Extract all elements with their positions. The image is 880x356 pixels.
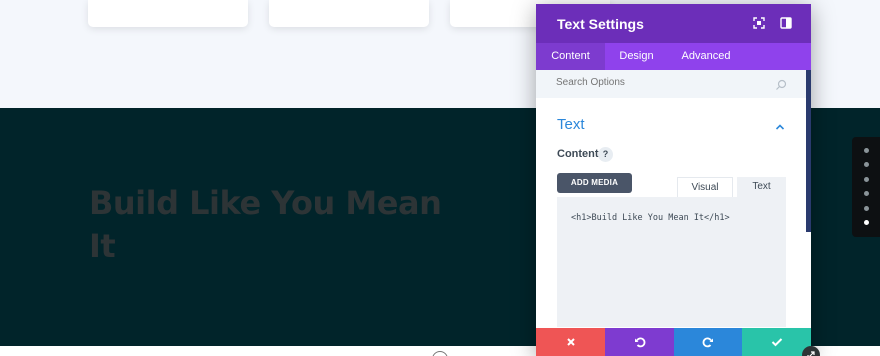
content-editor[interactable]: <h1>Build Like You Mean It</h1> [557,197,786,327]
panel-title: Text Settings [557,16,644,32]
screenshot-icon[interactable] [752,16,766,30]
panel-scrollbar[interactable] [806,70,811,232]
help-icon[interactable]: ? [598,147,613,162]
nav-dot-active[interactable] [864,220,869,225]
dot-navigation [852,137,880,237]
resize-handle[interactable] [802,346,820,356]
sidebar-toggle-icon[interactable] [779,16,793,30]
check-icon [771,338,782,347]
tab-advanced[interactable]: Advanced [668,43,744,70]
tab-content[interactable]: Content [536,43,605,70]
redo-button[interactable] [674,328,742,356]
search-options-bar [536,70,806,98]
panel-header[interactable]: Text Settings [536,4,811,43]
nav-dot[interactable] [864,191,869,196]
undo-icon [634,337,645,348]
content-card [88,0,248,27]
chevron-up-icon[interactable] [775,118,785,130]
search-icon[interactable] [775,78,787,90]
add-media-button[interactable]: ADD MEDIA [557,173,632,193]
cancel-button[interactable] [536,328,605,356]
section-title-text[interactable]: Text [557,116,585,133]
undo-button[interactable] [605,328,674,356]
editor-tab-visual[interactable]: Visual [677,177,733,197]
panel-tabs: Content Design Advanced [536,43,811,70]
content-card [269,0,429,27]
content-field-label: Content [557,148,599,160]
nav-dot[interactable] [864,162,869,167]
tab-design[interactable]: Design [605,43,668,70]
nav-dot[interactable] [864,148,869,153]
nav-dot[interactable] [864,177,869,182]
resize-icon [807,351,815,356]
nav-dot[interactable] [864,206,869,211]
editor-content-value[interactable]: <h1>Build Like You Mean It</h1> [571,213,730,223]
search-options-input[interactable] [556,77,756,88]
redo-icon [702,337,713,348]
hero-title[interactable]: Build Like You Mean It [89,182,449,268]
save-button[interactable] [742,328,811,356]
close-icon [566,338,575,346]
text-settings-panel: Text Settings Content Design Advanced Te… [536,4,811,356]
editor-tab-text[interactable]: Text [737,177,786,197]
